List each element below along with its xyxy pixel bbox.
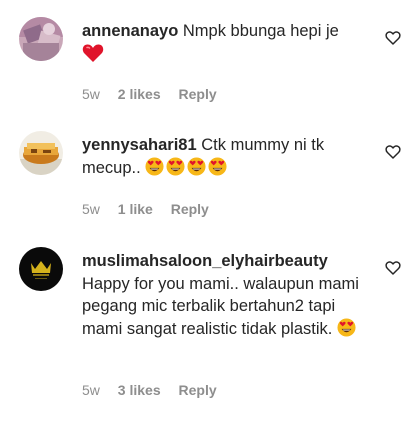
reply-button[interactable]: Reply — [179, 382, 217, 398]
likes-count-button[interactable]: 1 like — [118, 201, 153, 217]
heart-eyes-emoji-icon — [337, 317, 356, 337]
comment-time: 5w — [82, 86, 100, 102]
likes-count-button[interactable]: 2 likes — [118, 86, 161, 102]
comment-text: Happy for you mami.. walaupun mami pegan… — [82, 274, 359, 338]
comment-body: yennysahari81 Ctk mummy ni tk mecup.. — [82, 134, 372, 179]
avatar[interactable] — [19, 131, 63, 175]
heart-eyes-emoji-icon — [166, 156, 185, 176]
like-heart-icon[interactable] — [385, 30, 401, 46]
red-heart-emoji-icon — [82, 43, 104, 63]
comment-username[interactable]: yennysahari81 — [82, 136, 197, 154]
avatar[interactable] — [19, 17, 63, 61]
comment-body: annenanayo Nmpk bbunga hepi je — [82, 20, 372, 65]
heart-eyes-emoji-group — [145, 156, 229, 177]
like-heart-icon[interactable] — [385, 260, 401, 276]
avatar[interactable] — [19, 247, 63, 291]
heart-eyes-emoji-icon — [145, 156, 164, 176]
comment-meta: 5w 3 likes Reply — [82, 382, 231, 398]
comment-text: Nmpk bbunga hepi je — [182, 22, 339, 40]
comment-meta: 5w 2 likes Reply — [82, 86, 231, 102]
comment-time: 5w — [82, 201, 100, 217]
comment-body: muslimahsaloon_elyhairbeauty Happy for y… — [82, 250, 372, 340]
comment-meta: 5w 1 like Reply — [82, 201, 223, 217]
comment-username[interactable]: annenanayo — [82, 22, 178, 40]
like-heart-icon[interactable] — [385, 144, 401, 160]
reply-button[interactable]: Reply — [171, 201, 209, 217]
reply-button[interactable]: Reply — [179, 86, 217, 102]
comment-time: 5w — [82, 382, 100, 398]
likes-count-button[interactable]: 3 likes — [118, 382, 161, 398]
heart-eyes-emoji-icon — [208, 156, 227, 176]
heart-eyes-emoji-icon — [187, 156, 206, 176]
comment-username[interactable]: muslimahsaloon_elyhairbeauty — [82, 252, 328, 270]
